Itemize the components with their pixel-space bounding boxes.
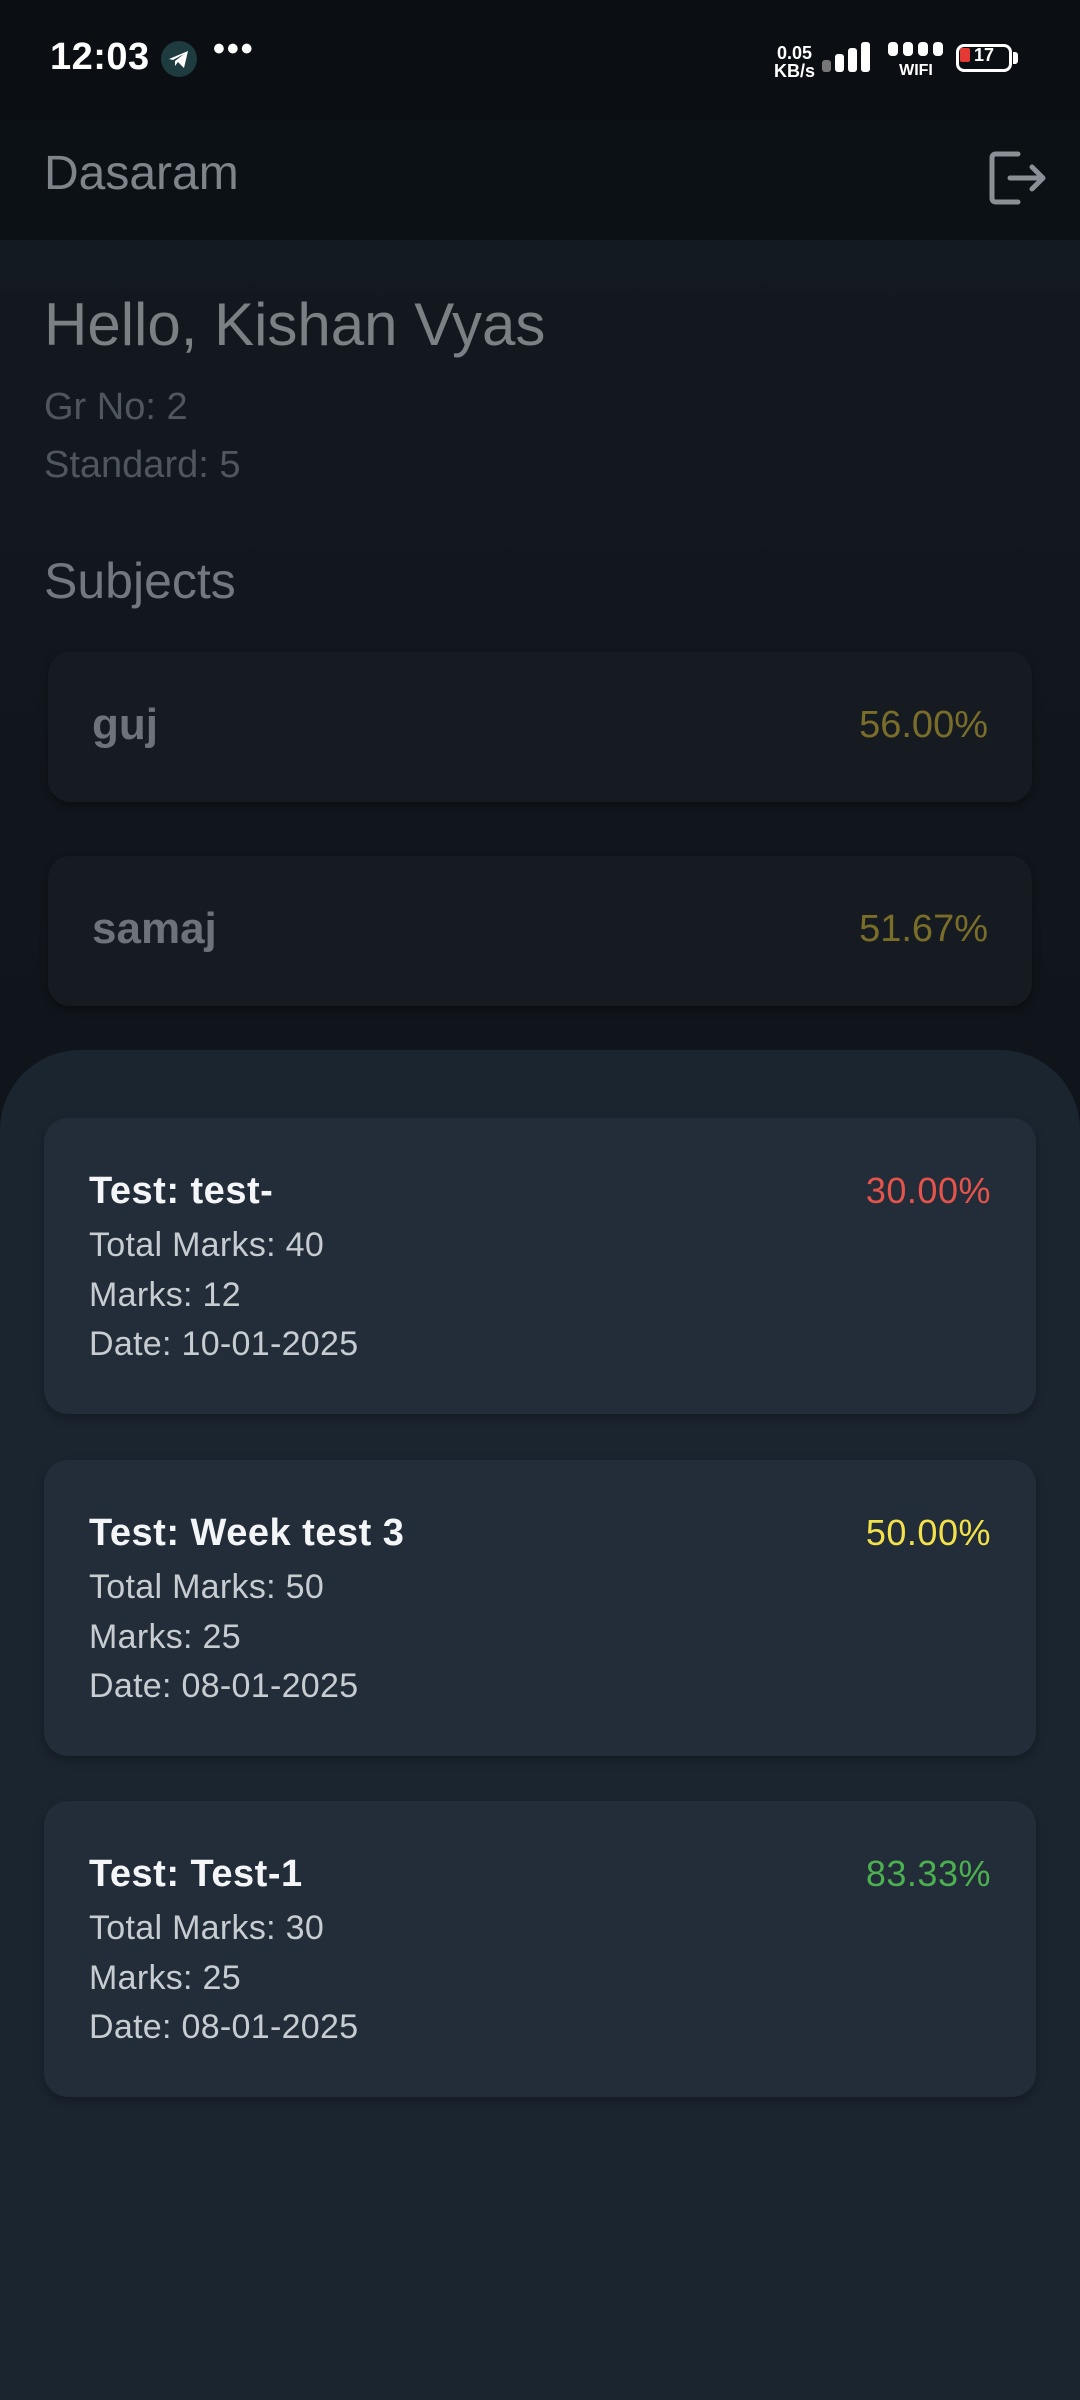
signal-icon xyxy=(822,42,870,72)
test-title: Test: Test-1 xyxy=(89,1853,303,1895)
gr-number: Gr No: 2 xyxy=(44,386,188,428)
test-marks: Marks: 25 xyxy=(89,1618,241,1656)
test-card: Test: test- 30.00% Total Marks: 40 Marks… xyxy=(44,1118,1036,1414)
standard-label: Standard: 5 xyxy=(44,444,241,486)
test-title: Test: Week test 3 xyxy=(89,1512,405,1554)
subject-name: guj xyxy=(92,700,158,749)
test-total-marks: Total Marks: 40 xyxy=(89,1226,325,1264)
logout-icon xyxy=(989,151,1046,205)
battery-level: 17 xyxy=(973,45,995,65)
greeting-heading: Hello, Kishan Vyas xyxy=(44,291,546,358)
network-speed-unit: KB/s xyxy=(774,61,816,81)
status-time: 12:03 xyxy=(50,36,150,78)
test-percent: 50.00% xyxy=(865,1512,991,1553)
telegram-icon xyxy=(161,41,197,77)
more-dots-icon: ••• xyxy=(213,30,255,68)
test-date: Date: 08-01-2025 xyxy=(89,2008,359,2046)
test-card: Test: Week test 3 50.00% Total Marks: 50… xyxy=(44,1460,1036,1756)
subject-name: samaj xyxy=(92,904,217,953)
network-speed-value: 0.05 xyxy=(776,43,813,63)
subjects-heading: Subjects xyxy=(44,553,236,609)
status-bar: 12:03 ••• 0.05 KB/s WIFI 17 xyxy=(0,0,1080,120)
wifi-icon: WIFI xyxy=(886,40,946,79)
test-date: Date: 08-01-2025 xyxy=(89,1667,359,1705)
subject-percent: 51.67% xyxy=(859,908,988,950)
test-total-marks: Total Marks: 30 xyxy=(89,1909,325,1947)
app-bar: Dasaram xyxy=(0,120,1080,240)
app-title: Dasaram xyxy=(44,147,239,200)
subject-card-samaj[interactable]: samaj 51.67% xyxy=(48,856,1032,1006)
logout-button[interactable] xyxy=(978,138,1058,218)
test-results-sheet[interactable]: Test: test- 30.00% Total Marks: 40 Marks… xyxy=(0,1050,1080,2400)
test-date: Date: 10-01-2025 xyxy=(89,1325,359,1363)
app-screen: 12:03 ••• 0.05 KB/s WIFI 17 Dasaram Hell… xyxy=(0,0,1080,2400)
test-marks: Marks: 12 xyxy=(89,1276,241,1314)
wifi-label: WIFI xyxy=(899,62,933,79)
test-percent: 83.33% xyxy=(865,1853,991,1894)
test-card: Test: Test-1 83.33% Total Marks: 30 Mark… xyxy=(44,1801,1036,2097)
network-speed: 0.05 KB/s xyxy=(774,44,815,80)
battery-icon: 17 xyxy=(956,44,1020,76)
subject-percent: 56.00% xyxy=(859,704,988,746)
test-marks: Marks: 25 xyxy=(89,1959,241,1997)
subject-card-guj[interactable]: guj 56.00% xyxy=(48,652,1032,802)
test-percent: 30.00% xyxy=(865,1170,991,1211)
test-total-marks: Total Marks: 50 xyxy=(89,1568,325,1606)
test-title: Test: test- xyxy=(89,1170,274,1212)
